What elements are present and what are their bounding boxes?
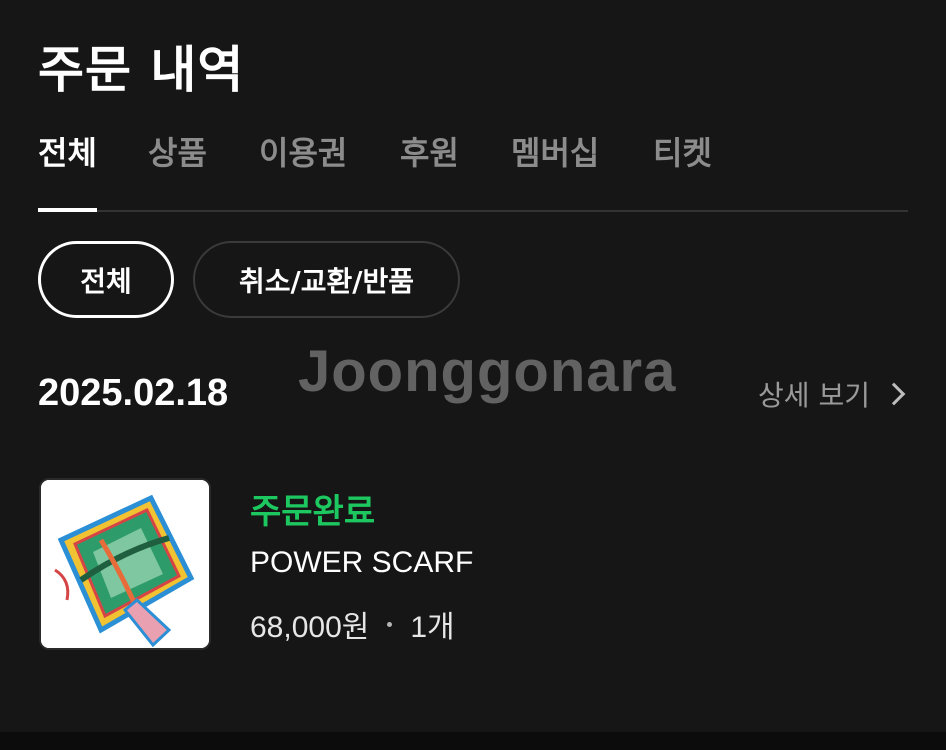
tab-label: 상품 — [148, 134, 207, 172]
product-thumbnail[interactable] — [39, 478, 211, 650]
tab-ticket[interactable]: 티켓 — [653, 128, 712, 210]
tab-sponsorship[interactable]: 후원 — [400, 128, 459, 210]
order-date: 2025.02.18 — [38, 372, 229, 414]
filter-chip-cancel-exchange-return[interactable]: 취소/교환/반품 — [193, 241, 460, 318]
order-status: 주문완료 — [250, 492, 376, 532]
active-tab-indicator — [38, 208, 97, 212]
filter-chip-label: 취소/교환/반품 — [238, 264, 414, 298]
tab-membership[interactable]: 멤버십 — [511, 128, 599, 210]
page-title: 주문 내역 — [38, 41, 245, 99]
tab-label: 후원 — [400, 134, 459, 172]
view-details-label: 상세 보기 — [758, 379, 870, 412]
category-tabs: 전체 상품 이용권 후원 멤버십 티켓 — [38, 128, 908, 212]
tab-goods[interactable]: 상품 — [148, 128, 207, 210]
tab-pass[interactable]: 이용권 — [259, 128, 347, 210]
watermark-logo: Joonggonara — [298, 339, 677, 404]
order-history-screen: 주문 내역 전체 상품 이용권 후원 멤버십 티켓 전체 취소/교환/반품 Jo… — [0, 0, 946, 750]
separator-dot — [387, 621, 393, 627]
tab-label: 전체 — [38, 134, 97, 172]
chevron-right-icon — [882, 382, 906, 406]
view-details-link[interactable]: 상세 보기 — [758, 374, 906, 414]
tab-label: 이용권 — [259, 134, 348, 172]
product-name[interactable]: POWER SCARF — [250, 546, 473, 580]
tab-label: 멤버십 — [511, 134, 600, 172]
filter-chip-all[interactable]: 전체 — [38, 241, 174, 318]
filter-chip-label: 전체 — [80, 264, 132, 298]
tab-all[interactable]: 전체 — [38, 128, 97, 212]
price-row: 68,000원 1개 — [250, 602, 455, 646]
tab-label: 티켓 — [653, 134, 712, 172]
product-price: 68,000원 — [250, 611, 370, 644]
product-quantity: 1개 — [410, 611, 455, 644]
bottom-edge — [0, 732, 946, 750]
scarf-image — [41, 480, 209, 648]
